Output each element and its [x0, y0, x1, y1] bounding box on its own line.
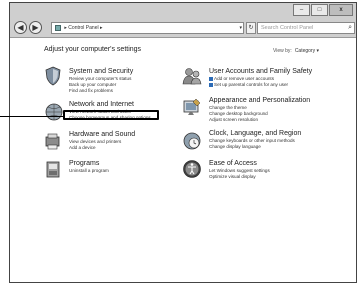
callout-pointer-line [0, 116, 63, 117]
minimize-button[interactable]: – [293, 4, 310, 16]
refresh-button[interactable]: ↻ [246, 22, 256, 34]
title-bar: – □ x ◀ ▶ ▸ Control Panel ▸ ▾ ↻ Search C… [10, 3, 356, 38]
search-placeholder: Search Control Panel [261, 25, 314, 31]
optimize-display-link[interactable]: Optimize visual display [209, 174, 270, 180]
category-programs: Programs Uninstall a program [69, 160, 109, 174]
system-security-title[interactable]: System and Security [69, 68, 133, 76]
user-accounts-title[interactable]: User Accounts and Family Safety [209, 68, 312, 76]
breadcrumb-arrow-icon[interactable]: ▸ [100, 25, 103, 31]
add-remove-users-text[interactable]: Add or remove user accounts [214, 76, 274, 81]
hardware-sound-icon[interactable] [43, 131, 63, 151]
screen-resolution-link[interactable]: Adjust screen resolution [209, 117, 310, 123]
view-by[interactable]: View by: Category ▾ [273, 48, 319, 54]
control-panel-window: – □ x ◀ ▶ ▸ Control Panel ▸ ▾ ↻ Search C… [9, 2, 357, 283]
view-by-dropdown[interactable]: Category ▾ [295, 48, 319, 54]
parental-controls-link[interactable]: Set up parental controls for any user [209, 82, 312, 88]
find-fix-problems-link[interactable]: Find and fix problems [69, 88, 133, 94]
programs-title[interactable]: Programs [69, 160, 109, 168]
callout-highlight-box [63, 110, 159, 120]
ease-of-access-title[interactable]: Ease of Access [209, 160, 270, 168]
appearance-icon[interactable] [182, 97, 202, 117]
system-security-icon[interactable] [43, 66, 63, 86]
back-button[interactable]: ◀ [14, 21, 27, 34]
parental-controls-text[interactable]: Set up parental controls for any user [214, 82, 288, 87]
close-button[interactable]: x [329, 4, 353, 16]
user-accounts-icon[interactable] [182, 66, 202, 86]
search-input[interactable]: Search Control Panel ⌕ [257, 22, 355, 34]
ease-of-access-icon[interactable] [182, 159, 202, 179]
hardware-sound-title[interactable]: Hardware and Sound [69, 131, 135, 139]
control-panel-icon [55, 24, 61, 31]
category-ease-of-access: Ease of Access Let Windows suggest setti… [209, 160, 270, 180]
page-title: Adjust your computer's settings [44, 46, 142, 53]
search-icon[interactable]: ⌕ [348, 23, 352, 33]
maximize-button[interactable]: □ [311, 4, 328, 16]
add-device-link[interactable]: Add a device [69, 145, 135, 151]
clock-language-title[interactable]: Clock, Language, and Region [209, 130, 301, 138]
address-bar[interactable]: ▸ Control Panel ▸ ▾ [51, 22, 244, 34]
uninstall-program-link[interactable]: Uninstall a program [69, 168, 109, 174]
clock-language-icon[interactable] [182, 131, 202, 151]
category-user-accounts: User Accounts and Family Safety Add or r… [209, 68, 312, 88]
display-language-link[interactable]: Change display language [209, 144, 301, 150]
uac-shield-icon [209, 76, 213, 81]
chevron-down-icon[interactable]: ▾ [239, 23, 242, 33]
network-internet-icon[interactable] [43, 102, 63, 122]
view-by-label: View by: [273, 48, 292, 54]
category-appearance: Appearance and Personalization Change th… [209, 97, 310, 123]
programs-icon[interactable] [43, 159, 63, 179]
uac-shield-icon [209, 82, 213, 87]
category-hardware-sound: Hardware and Sound View devices and prin… [69, 131, 135, 151]
category-clock-language: Clock, Language, and Region Change keybo… [209, 130, 301, 150]
category-system-security: System and Security Review your computer… [69, 68, 133, 94]
breadcrumb-control-panel[interactable]: Control Panel [68, 25, 98, 31]
forward-button[interactable]: ▶ [29, 21, 42, 34]
window-caption-buttons: – □ x [292, 4, 353, 16]
network-internet-title[interactable]: Network and Internet [69, 101, 151, 109]
appearance-title[interactable]: Appearance and Personalization [209, 97, 310, 105]
